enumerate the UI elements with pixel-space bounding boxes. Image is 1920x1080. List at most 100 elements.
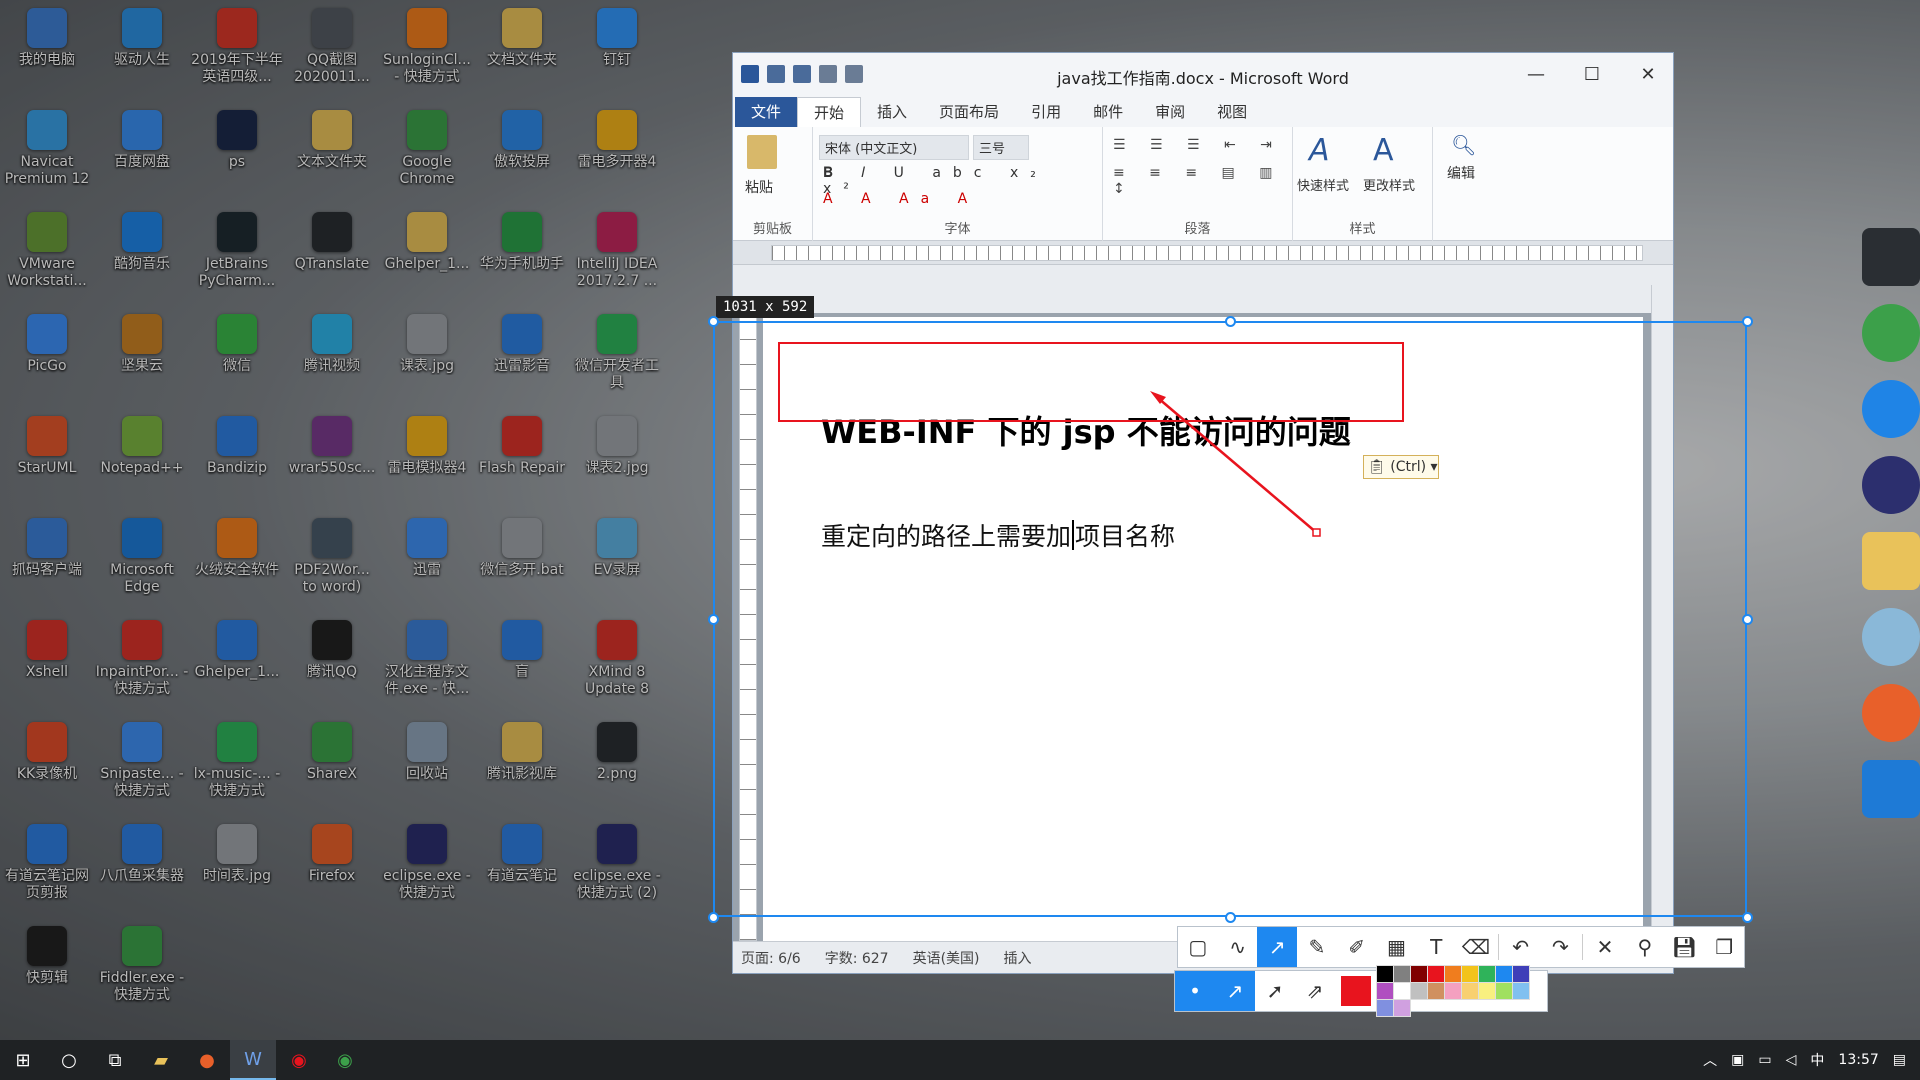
app-taskbar-icon[interactable]: ◉ xyxy=(276,1040,322,1080)
chrome-icon[interactable] xyxy=(1862,304,1920,362)
desktop-icon[interactable]: 火绒安全软件 xyxy=(190,518,284,579)
curve-icon[interactable]: ∿ xyxy=(1218,927,1258,967)
desktop-icon[interactable]: 课表.jpg xyxy=(380,314,474,375)
status-page[interactable]: 页面: 6/6 xyxy=(741,948,801,968)
quick-styles-icon[interactable]: A xyxy=(1309,133,1330,168)
file-explorer-icon[interactable]: ▰ xyxy=(138,1040,184,1080)
palette-color-swatch[interactable] xyxy=(1512,965,1530,983)
arrow-style-2-icon[interactable]: ➚ xyxy=(1255,971,1295,1011)
start-tiles-icon[interactable] xyxy=(1862,228,1920,286)
desktop-icon[interactable]: Microsoft Edge xyxy=(95,518,189,596)
resize-handle[interactable] xyxy=(708,614,719,625)
undo-icon[interactable]: ↶ xyxy=(1501,927,1541,967)
palette-color-swatch[interactable] xyxy=(1461,965,1479,983)
word-taskbar-icon[interactable]: W xyxy=(230,1040,276,1080)
font-size-select[interactable]: 三号 xyxy=(973,135,1029,160)
palette-color-swatch[interactable] xyxy=(1444,982,1462,1000)
ime-indicator[interactable]: 中 xyxy=(1810,1050,1824,1070)
desktop-icon[interactable]: eclipse.exe - 快捷方式 xyxy=(380,824,474,902)
firefox-icon[interactable] xyxy=(1862,684,1920,742)
desktop-icon[interactable]: 腾讯QQ xyxy=(285,620,379,681)
desktop-icon[interactable]: Xshell xyxy=(0,620,94,681)
desktop-icon[interactable]: 腾讯影视库 xyxy=(475,722,569,783)
resize-handle[interactable] xyxy=(1742,316,1753,327)
desktop-icon[interactable]: 百度网盘 xyxy=(95,110,189,171)
font-color-buttons[interactable]: A A Aa A xyxy=(823,191,979,207)
status-language[interactable]: 英语(美国) xyxy=(913,948,980,968)
clock[interactable]: 13:57 xyxy=(1838,1052,1878,1068)
desktop-icon[interactable]: 2019年下半年英语四级... xyxy=(190,8,284,86)
pencil-icon[interactable]: ✎ xyxy=(1297,927,1337,967)
resize-handle[interactable] xyxy=(708,912,719,923)
palette-color-swatch[interactable] xyxy=(1495,982,1513,1000)
desktop-icon[interactable]: 时间表.jpg xyxy=(190,824,284,885)
firefox-taskbar-icon[interactable]: ● xyxy=(184,1040,230,1080)
desktop-icon[interactable]: IntelliJ IDEA 2017.2.7 ... xyxy=(570,212,664,290)
redo-icon[interactable]: ↷ xyxy=(1540,927,1580,967)
desktop-icon[interactable]: VMware Workstati... xyxy=(0,212,94,290)
save-icon[interactable]: 💾︎ xyxy=(1665,927,1705,967)
desktop-icon[interactable]: 腾讯视频 xyxy=(285,314,379,375)
paste-icon[interactable] xyxy=(747,135,777,169)
palette-color-swatch[interactable] xyxy=(1444,965,1462,983)
tab-7[interactable]: 视图 xyxy=(1201,97,1263,127)
resize-handle[interactable] xyxy=(1225,316,1236,327)
desktop-icon[interactable]: 汉化主程序文件.exe - 快... xyxy=(380,620,474,698)
desktop-icon[interactable]: Bandizip xyxy=(190,416,284,477)
desktop-icon[interactable]: 有道云笔记网页剪报 xyxy=(0,824,94,902)
desktop-icon[interactable]: QTranslate xyxy=(285,212,379,273)
paste-options-button[interactable]: 📋︎ (Ctrl) ▾ xyxy=(1363,455,1439,479)
desktop-icon[interactable]: QQ截图2020011... xyxy=(285,8,379,86)
desktop-icon[interactable]: 课表2.jpg xyxy=(570,416,664,477)
desktop-icon[interactable]: 文本文件夹 xyxy=(285,110,379,171)
desktop-icon[interactable]: 微信开发者工具 xyxy=(570,314,664,392)
chrome-taskbar-icon[interactable]: ◉ xyxy=(322,1040,368,1080)
tab-4[interactable]: 引用 xyxy=(1015,97,1077,127)
notification-icon[interactable]: ▤ xyxy=(1893,1052,1906,1068)
desktop-icon[interactable]: 微信多开.bat xyxy=(475,518,569,579)
desktop-icon[interactable]: PDF2Wor... to word) xyxy=(285,518,379,596)
palette-color-swatch[interactable] xyxy=(1410,982,1428,1000)
desktop-icon[interactable]: Navicat Premium 12 xyxy=(0,110,94,188)
desktop-icon[interactable]: 坚果云 xyxy=(95,314,189,375)
tab-5[interactable]: 邮件 xyxy=(1077,97,1139,127)
palette-color-swatch[interactable] xyxy=(1393,982,1411,1000)
search-icon[interactable]: ○ xyxy=(46,1040,92,1080)
desktop-icon[interactable]: eclipse.exe - 快捷方式 (2) xyxy=(570,824,664,902)
palette-color-swatch[interactable] xyxy=(1427,982,1445,1000)
folder-icon[interactable] xyxy=(1862,532,1920,590)
desktop-icon[interactable]: 快剪辑 xyxy=(0,926,94,987)
desktop-icon[interactable]: 文档文件夹 xyxy=(475,8,569,69)
paste-label[interactable]: 粘贴 xyxy=(745,177,773,197)
mosaic-icon[interactable]: ▦ xyxy=(1377,927,1417,967)
maximize-button[interactable]: ☐ xyxy=(1569,61,1615,89)
list-buttons[interactable]: ☰ ☰ ☰ ⇤ ⇥ xyxy=(1113,137,1282,153)
kugou-icon[interactable] xyxy=(1862,380,1920,438)
document-body-text[interactable]: 重定向的路径上需要加 项目名称 xyxy=(821,517,1175,553)
palette-color-swatch[interactable] xyxy=(1478,965,1496,983)
windows-start-icon[interactable]: ⊞ xyxy=(0,1040,46,1080)
battery-icon[interactable]: ▭ xyxy=(1758,1052,1771,1068)
palette-color-swatch[interactable] xyxy=(1427,965,1445,983)
close-icon[interactable]: ✕ xyxy=(1585,927,1625,967)
desktop-icon[interactable]: 抓码客户端 xyxy=(0,518,94,579)
minimize-button[interactable]: — xyxy=(1513,61,1559,89)
desktop-icon[interactable]: 钉钉 xyxy=(570,8,664,69)
text-icon[interactable]: T xyxy=(1416,927,1456,967)
desktop-icon[interactable]: 傲软投屏 xyxy=(475,110,569,171)
find-icon[interactable]: 🔍︎ xyxy=(1451,133,1476,157)
quick-styles-label[interactable]: 快速样式 xyxy=(1297,175,1349,194)
desktop-icon[interactable]: InpaintPor... - 快捷方式 xyxy=(95,620,189,698)
resize-handle[interactable] xyxy=(1742,912,1753,923)
palette-color-swatch[interactable] xyxy=(1512,982,1530,1000)
desktop-icon[interactable]: wrar550sc... xyxy=(285,416,379,477)
desktop-icon[interactable]: Ghelper_1... xyxy=(190,620,284,681)
arrow-style-3-icon[interactable]: ⇗ xyxy=(1295,971,1335,1011)
desktop-icon[interactable]: 有道云笔记 xyxy=(475,824,569,885)
desktop-icon[interactable]: Firefox xyxy=(285,824,379,885)
copy-icon[interactable]: ❐ xyxy=(1704,927,1744,967)
desktop-icon[interactable]: 2.png xyxy=(570,722,664,783)
desktop-icon[interactable]: Fiddler.exe - 快捷方式 xyxy=(95,926,189,1004)
tab-3[interactable]: 页面布局 xyxy=(923,97,1015,127)
desktop-icon[interactable]: Google Chrome xyxy=(380,110,474,188)
